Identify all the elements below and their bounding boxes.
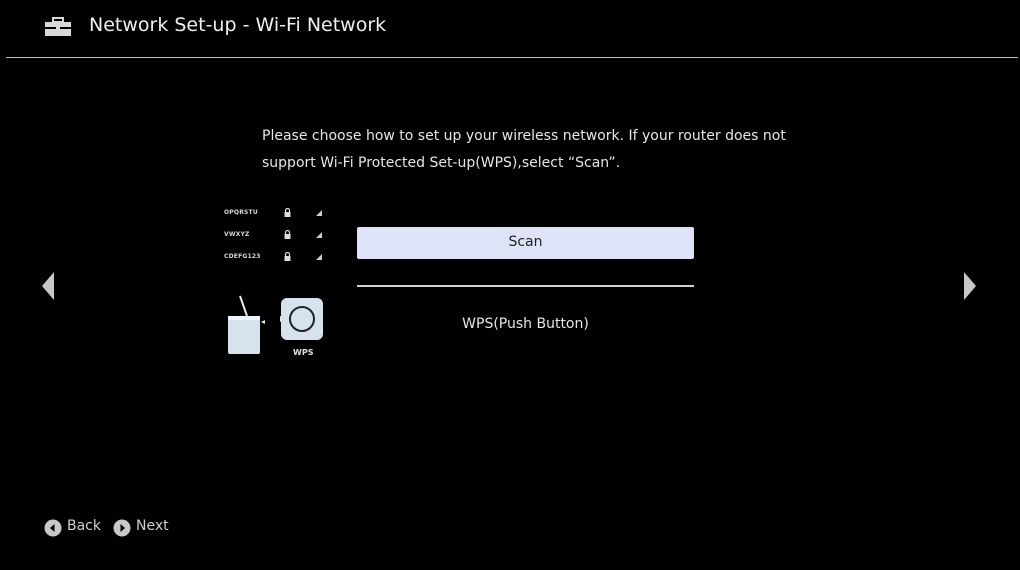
wps-label: WPS [293,348,314,357]
toolbox-icon [45,17,71,36]
option-divider [357,285,694,287]
instructions: Please choose how to set up your wireles… [262,123,802,177]
network-name: CDEFG123 [224,253,261,260]
network-list-illustration: OPQRSTU VWXYZ CDEFG123 [224,205,334,271]
header-divider [6,57,1018,58]
lock-icon [284,208,291,217]
router-icon [228,295,265,354]
scan-option-label: Scan [508,234,543,250]
network-row: CDEFG123 [224,249,334,271]
header: Network Set-up - Wi-Fi Network [0,0,1020,58]
back-circle-icon [44,519,62,537]
chevron-left-icon[interactable] [40,270,56,302]
signal-icon [316,210,322,216]
lock-icon [284,252,291,261]
lock-icon [284,230,291,239]
signal-icon [316,254,322,260]
instructions-line-1: Please choose how to set up your wireles… [262,128,786,144]
network-row: VWXYZ [224,227,334,249]
next-circle-icon [113,519,131,537]
page-title: Network Set-up - Wi-Fi Network [89,14,387,36]
scan-option-button[interactable]: Scan [357,227,694,259]
wps-push-button-option[interactable]: WPS(Push Button) [357,309,694,339]
wps-button-icon [280,298,323,340]
signal-icon [316,232,322,238]
network-name: OPQRSTU [224,209,258,216]
chevron-right-icon[interactable] [962,270,978,302]
back-label: Back [67,518,101,534]
network-name: VWXYZ [224,231,250,238]
network-row: OPQRSTU [224,205,334,227]
instructions-line-2: support Wi-Fi Protected Set-up(WPS),sele… [262,155,621,171]
next-label: Next [136,518,169,534]
